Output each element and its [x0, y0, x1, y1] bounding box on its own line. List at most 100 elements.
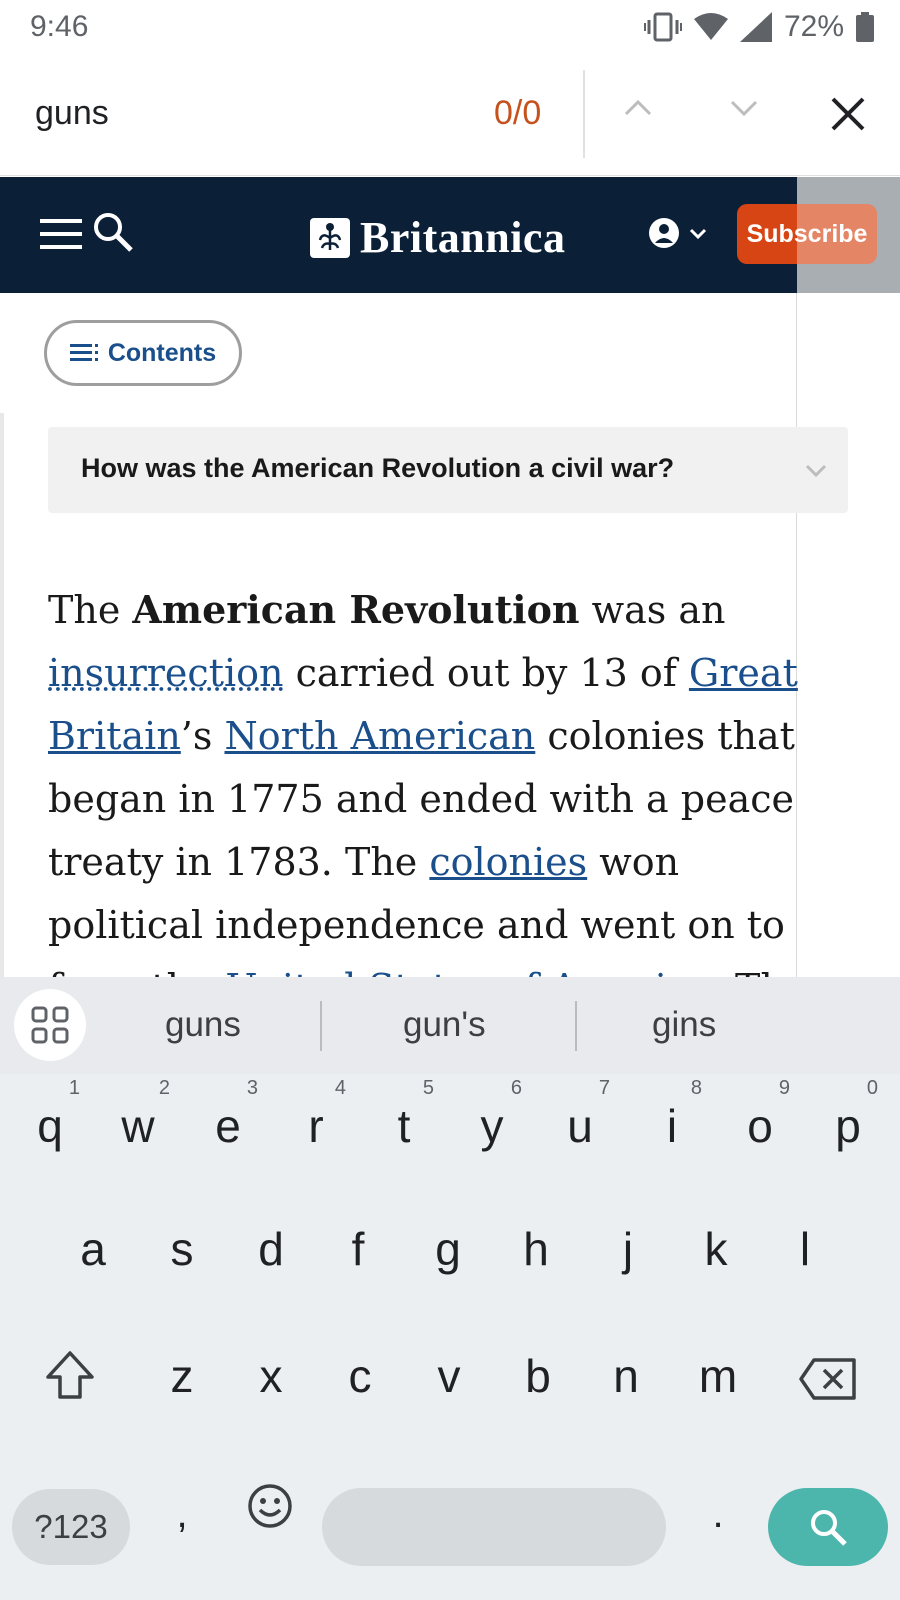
key[interactable]: z [160, 1349, 204, 1403]
key[interactable]: i8 [652, 1077, 702, 1153]
find-next-button[interactable] [726, 90, 762, 126]
suggestion-strip: guns gun's gins [0, 977, 900, 1074]
emoji-icon [248, 1484, 292, 1528]
comma-key[interactable]: , [170, 1492, 194, 1537]
key[interactable]: x [249, 1349, 293, 1403]
contents-button[interactable]: Contents [44, 320, 242, 386]
link-united-states[interactable]: United States of America [226, 966, 711, 977]
emoji-key[interactable] [246, 1482, 294, 1530]
link-insurrection[interactable]: insurrection [48, 651, 283, 695]
key[interactable]: u7 [560, 1077, 610, 1153]
chevron-down-icon [805, 464, 827, 478]
key[interactable]: q1 [30, 1077, 80, 1153]
text-run: carried out by 13 of [283, 651, 689, 695]
key-hint: 1 [68, 1077, 80, 1099]
key[interactable]: f [338, 1222, 378, 1276]
key-label: p [835, 1100, 861, 1152]
key[interactable]: d [251, 1222, 291, 1276]
space-key[interactable] [322, 1488, 666, 1566]
key-hint: 0 [866, 1077, 878, 1099]
faq-accordion[interactable]: How was the American Revolution a civil … [48, 427, 848, 513]
find-previous-button[interactable] [620, 90, 656, 126]
keyboard-apps-button[interactable] [14, 989, 86, 1061]
key[interactable]: w2 [116, 1077, 170, 1153]
key[interactable]: a [73, 1222, 113, 1276]
signal-icon [739, 12, 772, 42]
key[interactable]: m [690, 1349, 746, 1403]
subscribe-overlay [797, 204, 877, 264]
soft-keyboard: guns gun's gins q1 w2 e3 r4 t5 y6 u7 i8 … [0, 977, 900, 1600]
keyboard-search-key[interactable] [768, 1488, 888, 1566]
key[interactable]: v [427, 1349, 471, 1403]
key[interactable]: k [696, 1222, 736, 1276]
search-icon [94, 213, 133, 252]
key[interactable]: c [338, 1349, 382, 1403]
article-paragraph: The American Revolution was an insurrect… [48, 578, 828, 977]
link-north-american[interactable]: North American [224, 714, 535, 758]
brand-name: Britannica [360, 213, 566, 262]
key[interactable]: n [604, 1349, 648, 1403]
suggestion-item[interactable]: gun's [403, 1005, 486, 1045]
key[interactable]: o9 [740, 1077, 790, 1153]
suggestion-divider [320, 1001, 322, 1051]
period-key[interactable]: . [706, 1492, 730, 1537]
find-in-page-bar: guns 0/0 [0, 56, 900, 176]
user-circle-icon [649, 218, 679, 248]
key[interactable]: t5 [384, 1077, 434, 1153]
key[interactable]: y6 [472, 1077, 523, 1153]
symbols-key[interactable]: ?123 [12, 1489, 130, 1565]
backspace-key[interactable] [798, 1357, 858, 1401]
key-hint: 3 [246, 1077, 258, 1099]
key-hint: 5 [422, 1077, 434, 1099]
hamburger-icon [40, 219, 82, 249]
key[interactable]: b [516, 1349, 560, 1403]
key[interactable]: s [162, 1222, 202, 1276]
key[interactable]: l [785, 1222, 825, 1276]
menu-button[interactable] [40, 219, 82, 249]
key[interactable]: h [516, 1222, 556, 1276]
account-menu-button[interactable] [648, 217, 708, 249]
key[interactable]: j [608, 1222, 648, 1276]
close-icon [831, 97, 865, 131]
status-icons: 72% [643, 10, 874, 44]
wifi-icon [693, 13, 728, 41]
find-match-count: 0/0 [494, 94, 542, 132]
key[interactable]: e3 [208, 1077, 258, 1153]
suggestion-item[interactable]: gins [652, 1005, 716, 1045]
vibrate-icon [643, 12, 682, 42]
key[interactable]: g [428, 1222, 468, 1276]
link-colonies[interactable]: colonies [429, 840, 587, 884]
key-hint: 7 [598, 1077, 610, 1099]
battery-icon [856, 12, 874, 42]
chevron-up-icon [624, 99, 652, 116]
thistle-logo-icon [310, 217, 350, 258]
faq-question: How was the American Revolution a civil … [81, 453, 675, 483]
britannica-logo[interactable]: Britannica [310, 212, 565, 263]
chevron-down-icon [689, 228, 707, 240]
key-hint: 4 [334, 1077, 346, 1099]
key-label: r [308, 1100, 324, 1152]
find-input[interactable]: guns [35, 94, 109, 133]
find-close-button[interactable] [828, 94, 868, 134]
apps-grid-icon [31, 1006, 69, 1044]
shift-key[interactable] [44, 1349, 96, 1401]
key-hint: 2 [158, 1077, 170, 1099]
text-run: was an [579, 588, 726, 632]
chevron-down-icon [730, 100, 758, 117]
suggestion-item[interactable]: guns [165, 1005, 241, 1045]
text-run: ’s [180, 714, 225, 758]
shift-arrow-icon [46, 1351, 94, 1399]
screen: 9:46 72% guns 0/0 Britannica Subscribe C… [0, 0, 900, 1600]
list-icon [69, 344, 98, 361]
article-body: The American Revolution was an insurrect… [48, 578, 828, 977]
key-label: q [37, 1100, 63, 1152]
key[interactable]: r4 [296, 1077, 346, 1153]
key-label: w [121, 1100, 155, 1152]
key-label: y [480, 1100, 504, 1152]
site-header: Britannica [0, 177, 797, 293]
suggestion-divider [575, 1001, 577, 1051]
site-search-button[interactable] [92, 211, 134, 253]
key-hint: 8 [690, 1077, 702, 1099]
text-run: . The [711, 966, 807, 977]
key[interactable]: p0 [828, 1077, 878, 1153]
